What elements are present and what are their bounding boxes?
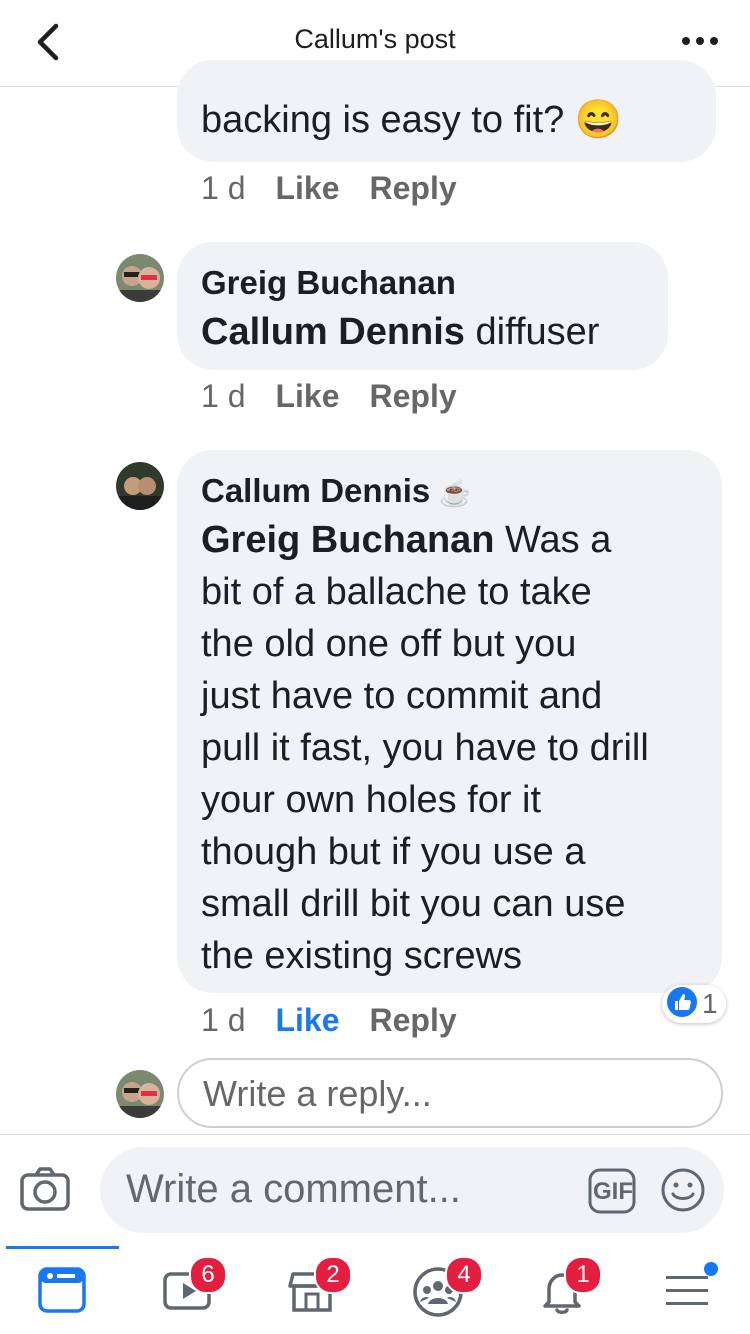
comment-composer: Write a comment... GIF <box>0 1134 750 1247</box>
comment-actions: 1 d Like Reply <box>201 378 487 415</box>
comment-line: just have to commit and <box>201 675 603 717</box>
tab-news-feed[interactable] <box>0 1246 125 1334</box>
comment-actions: 1 d Like Reply <box>201 170 487 207</box>
groups-badge: 4 <box>445 1256 483 1294</box>
avatar[interactable] <box>116 254 164 302</box>
tab-groups[interactable]: 4 <box>375 1246 500 1334</box>
reply-button[interactable]: Reply <box>370 170 457 207</box>
comment-time: 1 d <box>201 170 246 206</box>
coffee-icon: ☕ <box>439 478 472 508</box>
page-title: Callum's post <box>294 24 456 54</box>
comment-line: though but if you use a <box>201 831 586 873</box>
mention-link[interactable]: Callum Dennis <box>201 311 465 353</box>
bottom-navigation: 6 2 4 1 <box>0 1246 750 1334</box>
comment-line: your own holes for it <box>201 779 542 821</box>
like-button[interactable]: Like <box>275 378 339 415</box>
comment-placeholder: Write a comment... <box>126 1167 461 1211</box>
thumbs-up-icon <box>666 986 698 1023</box>
reaction-summary[interactable]: 1 <box>662 985 726 1023</box>
reply-placeholder: Write a reply... <box>203 1073 432 1114</box>
camera-icon[interactable] <box>18 1163 72 1217</box>
comment-text: backing is easy to fit? 😄 <box>201 99 623 141</box>
comment-line: the existing screws <box>201 935 523 977</box>
comment-time: 1 d <box>201 378 246 414</box>
tab-watch[interactable]: 6 <box>125 1246 250 1334</box>
comment-body: diffuser <box>464 311 600 353</box>
reply-button[interactable]: Reply <box>370 1002 457 1039</box>
comment-line: bit of a ballache to take <box>201 571 592 613</box>
avatar[interactable] <box>116 462 164 510</box>
tab-marketplace[interactable]: 2 <box>250 1246 375 1334</box>
comment-bubble-greig: Greig Buchanan Callum Dennis diffuser <box>177 242 668 370</box>
comment-actions: 1 d Like Reply <box>201 1002 487 1039</box>
author-name[interactable]: Callum Dennis <box>201 472 430 509</box>
like-button[interactable]: Like <box>275 1002 339 1039</box>
comment-line: small drill bit you can use <box>201 883 626 925</box>
comment-author[interactable]: Callum Dennis ☕ <box>201 472 472 510</box>
more-options-icon[interactable] <box>680 26 720 56</box>
tab-notifications[interactable]: 1 <box>500 1246 625 1334</box>
news-feed-icon <box>38 1267 86 1313</box>
comment-body: Was a <box>494 519 612 561</box>
gif-button[interactable]: GIF <box>588 1168 636 1219</box>
notifications-badge: 1 <box>564 1256 602 1294</box>
tab-menu[interactable] <box>625 1246 750 1334</box>
like-button[interactable]: Like <box>275 170 339 207</box>
mention-link[interactable]: Greig Buchanan <box>201 519 495 561</box>
reply-input[interactable]: Write a reply... <box>177 1058 723 1128</box>
marketplace-badge: 2 <box>314 1256 352 1294</box>
reply-button[interactable]: Reply <box>370 378 457 415</box>
comment-text: Greig Buchanan Was a bit of a ballache t… <box>201 514 711 982</box>
emoji-icon[interactable] <box>660 1167 706 1218</box>
menu-notification-dot <box>704 1262 718 1276</box>
reaction-count: 1 <box>702 988 718 1019</box>
comment-bubble-callum: Callum Dennis ☕ Greig Buchanan Was a bit… <box>177 450 722 993</box>
gif-label: GIF <box>593 1178 633 1205</box>
comment-author[interactable]: Greig Buchanan <box>201 264 456 302</box>
current-user-avatar <box>116 1070 164 1118</box>
comment-line: pull it fast, you have to drill <box>201 727 649 769</box>
comment-line: the old one off but you <box>201 623 577 665</box>
comment-text: Callum Dennis diffuser <box>201 306 599 358</box>
watch-badge: 6 <box>189 1256 227 1294</box>
comment-bubble-partial: backing is easy to fit? 😄 <box>177 60 716 162</box>
comment-input[interactable]: Write a comment... GIF <box>100 1147 724 1233</box>
comment-time: 1 d <box>201 1002 246 1038</box>
